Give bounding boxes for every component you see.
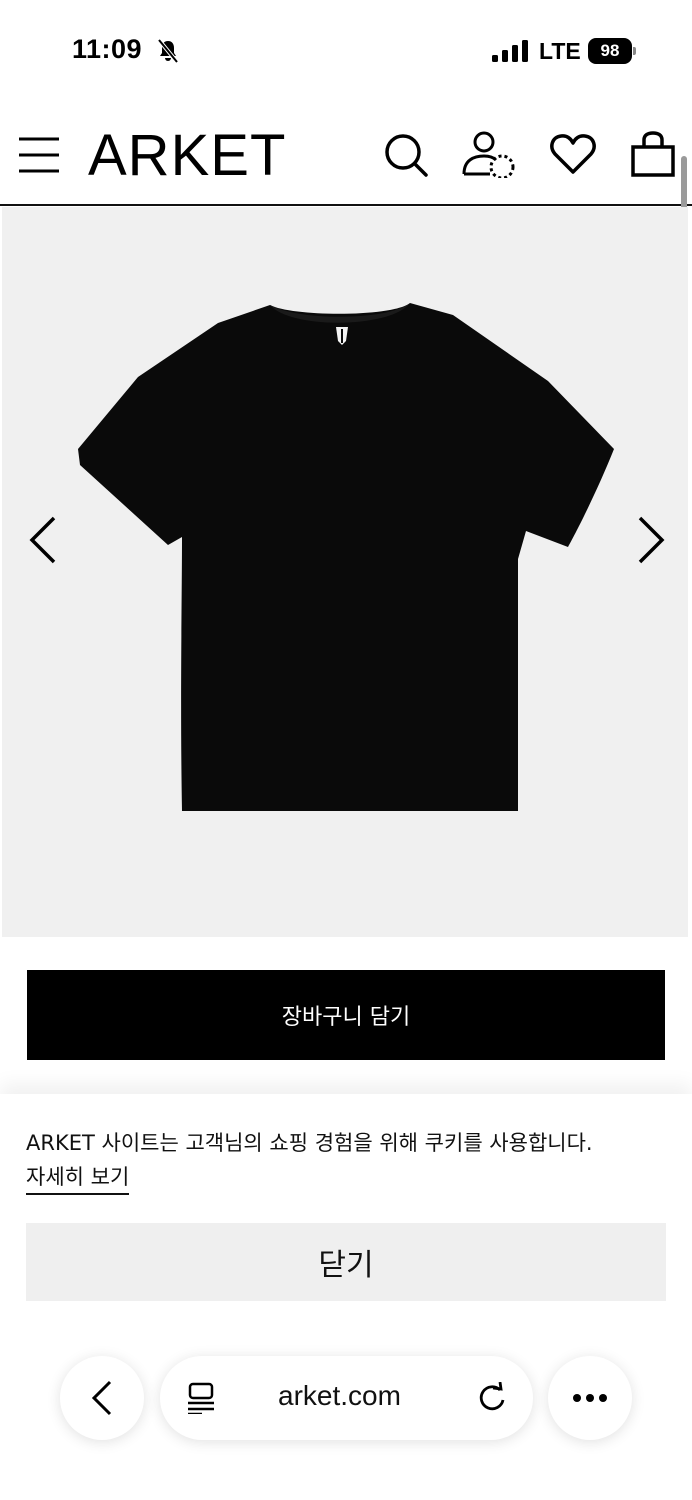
reload-icon[interactable] [476,1382,508,1414]
brand-logo[interactable]: ARKET [88,122,286,189]
gallery-next-arrow[interactable] [632,512,668,568]
search-icon[interactable] [382,130,430,178]
menu-icon[interactable] [18,136,60,174]
address-bar[interactable]: arket.com [160,1356,533,1440]
cookie-message: ARKET 사이트는 고객님의 쇼핑 경험을 위해 쿠키를 사용합니다. [26,1131,593,1155]
site-header: ARKET [0,100,692,206]
cookie-close-button[interactable]: 닫기 [26,1223,666,1301]
chevron-left-icon [91,1380,112,1416]
shopping-bag-icon[interactable] [629,130,677,178]
heart-icon[interactable] [549,130,597,178]
battery-tip [633,47,636,55]
url-text: arket.com [278,1380,401,1411]
more-icon [573,1394,607,1402]
status-time: 11:09 [72,34,143,64]
browser-toolbar: arket.com [0,1340,692,1460]
product-image-tshirt [78,303,614,811]
account-icon[interactable] [460,130,518,178]
status-bar: 11:09 LTE 98 [0,0,692,100]
bell-muted-icon [157,38,179,64]
network-label: LTE [539,38,581,64]
product-gallery [2,207,688,937]
reader-mode-icon[interactable] [186,1382,216,1414]
signal-icon [492,40,528,62]
battery-icon: 98 [588,38,636,64]
cookie-details-link[interactable]: 자세히 보기 [26,1161,130,1195]
battery-level: 98 [588,38,632,64]
gallery-prev-arrow[interactable] [26,512,62,568]
browser-more-button[interactable] [548,1356,632,1440]
browser-back-button[interactable] [60,1356,144,1440]
add-to-bag-button[interactable]: 장바구니 담기 [27,970,665,1060]
